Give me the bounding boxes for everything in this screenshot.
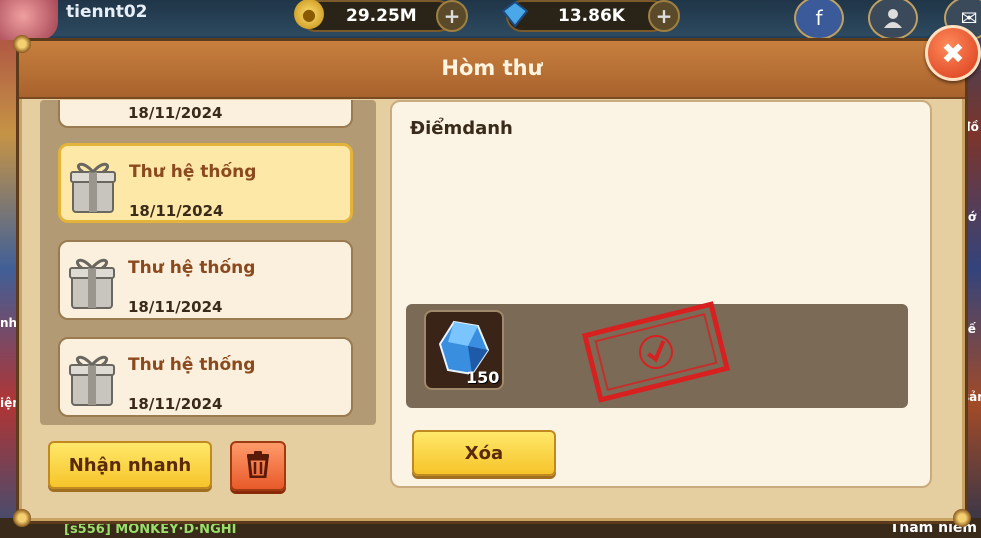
mail-title: Thư hệ thống <box>128 258 256 278</box>
dialog-header: Hòm thư <box>19 41 965 99</box>
claim-all-button[interactable]: Nhận nhanh <box>48 441 212 489</box>
mail-date: 18/11/2024 <box>128 395 223 413</box>
add-gem-button[interactable]: + <box>648 0 680 32</box>
mail-item[interactable]: Thư hệ thống 18/11/2024 <box>58 240 353 320</box>
add-gold-button[interactable]: + <box>436 0 468 32</box>
mail-item[interactable]: Thư hệ thống 18/11/2024 <box>58 337 353 417</box>
player-name: tiennt02 <box>66 2 148 22</box>
mail-item-selected[interactable]: Thư hệ thống 18/11/2024 <box>58 143 353 223</box>
gem-amount: 13.86K <box>558 6 625 26</box>
close-button[interactable]: ✖ <box>925 25 981 81</box>
friends-icon[interactable] <box>868 0 918 40</box>
gold-counter: ● 29.25M + <box>294 0 468 32</box>
gem-icon <box>500 0 530 29</box>
trash-icon <box>245 450 271 482</box>
delete-all-button[interactable] <box>230 441 286 491</box>
mail-item[interactable]: 18/11/2024 <box>58 100 353 128</box>
gift-box-icon <box>68 349 116 407</box>
gift-box-icon <box>69 156 117 214</box>
mail-date: 18/11/2024 <box>128 104 223 122</box>
corner-ornament <box>13 35 31 53</box>
top-hud: tiennt02 ● 29.25M + 13.86K + f ✉ <box>0 0 981 40</box>
side-label: nh <box>0 316 18 330</box>
corner-ornament <box>13 509 31 527</box>
gem-counter: 13.86K + <box>501 0 680 32</box>
facebook-icon[interactable]: f <box>794 0 844 40</box>
chat-player-name[interactable]: [s556] MONKEY·D·NGHI <box>64 522 236 537</box>
mail-date: 18/11/2024 <box>129 202 224 220</box>
dialog-title: Hòm thư <box>441 56 543 80</box>
mail-list[interactable]: 18/11/2024 Thư hệ thống 18/11/2024 Thư h… <box>40 100 376 425</box>
gold-amount: 29.25M <box>346 6 417 26</box>
corner-ornament <box>953 509 971 527</box>
mail-date: 18/11/2024 <box>128 298 223 316</box>
player-avatar[interactable] <box>0 0 58 40</box>
delete-mail-button[interactable]: Xóa <box>412 430 556 476</box>
gold-coin-icon: ● <box>294 0 324 29</box>
mail-detail-title: Điểmdanh <box>410 118 513 139</box>
gift-box-icon <box>68 252 116 310</box>
mail-title: Thư hệ thống <box>128 355 256 375</box>
mail-title: Thư hệ thống <box>129 162 257 182</box>
reward-count: 150 <box>466 368 500 387</box>
